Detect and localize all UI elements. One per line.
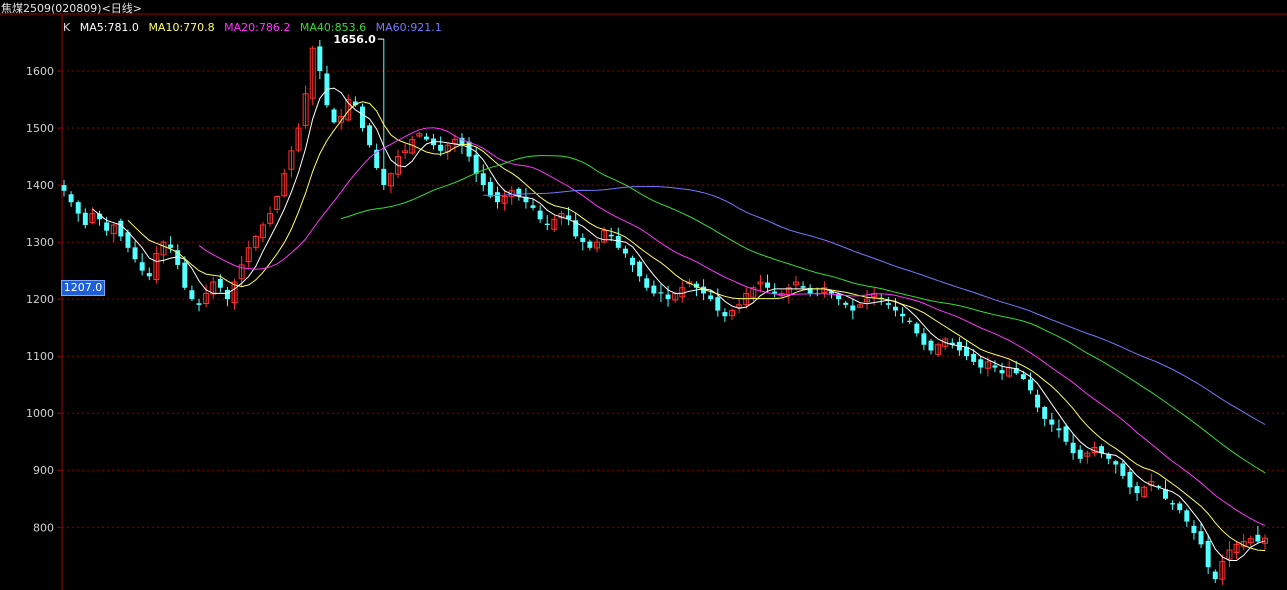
candle-body bbox=[1170, 503, 1176, 505]
candle-body bbox=[580, 237, 586, 243]
candle-body bbox=[914, 323, 920, 334]
candle-body bbox=[480, 173, 486, 186]
candle-body bbox=[423, 136, 429, 140]
candle-body bbox=[1255, 534, 1261, 542]
candle-body bbox=[544, 223, 550, 226]
candle-body bbox=[928, 340, 934, 351]
candle-body bbox=[978, 359, 984, 368]
y-tick-label: 900 bbox=[33, 464, 54, 477]
y-tick-label: 800 bbox=[33, 521, 54, 534]
candle-body bbox=[466, 141, 472, 157]
candle-body bbox=[892, 306, 898, 311]
candle-body bbox=[1027, 379, 1033, 391]
candle-body bbox=[1212, 571, 1218, 580]
candle-body bbox=[132, 247, 138, 260]
candle-body bbox=[82, 212, 88, 226]
candle-body bbox=[715, 297, 721, 311]
candle-body bbox=[196, 303, 202, 305]
price-tag: 1207.0 bbox=[61, 280, 105, 296]
candle-body bbox=[1113, 461, 1119, 465]
candle-body bbox=[139, 262, 145, 271]
candlestick-chart[interactable]: 1600 1500 1400 1300 1200 1100 1000 900 800 1656.0… bbox=[0, 0, 1287, 590]
candle-body bbox=[182, 262, 188, 288]
ma20-line bbox=[198, 127, 1266, 527]
candle-body bbox=[907, 320, 913, 322]
y-tick-label: 1100 bbox=[26, 350, 54, 363]
candle-body bbox=[487, 182, 493, 197]
candle-body bbox=[1042, 407, 1048, 419]
candle-body bbox=[1127, 471, 1133, 488]
candle-body bbox=[971, 353, 977, 362]
y-tick-label: 1600 bbox=[26, 65, 54, 78]
candle-body bbox=[189, 290, 195, 300]
candle-body bbox=[665, 294, 671, 300]
candle-body bbox=[1205, 540, 1211, 568]
ma60-line bbox=[483, 185, 1266, 425]
candle-body bbox=[438, 144, 444, 151]
candle-body bbox=[765, 282, 771, 288]
candle-body bbox=[359, 106, 365, 129]
candle-body bbox=[637, 261, 643, 277]
candle-body bbox=[104, 222, 110, 231]
candle-body bbox=[75, 202, 81, 214]
candle-body bbox=[800, 286, 806, 288]
candle-body bbox=[999, 370, 1005, 374]
candle-body bbox=[1063, 426, 1069, 442]
y-tick-label: 1300 bbox=[26, 236, 54, 249]
candle-body bbox=[1134, 486, 1140, 494]
candle-body bbox=[530, 205, 536, 208]
candle-body bbox=[722, 312, 728, 317]
candle-body bbox=[125, 232, 131, 248]
candle-body bbox=[1120, 463, 1126, 476]
candle-body bbox=[118, 220, 124, 237]
y-tick-label: 1000 bbox=[26, 407, 54, 420]
candle-body bbox=[843, 302, 849, 305]
ma10-line bbox=[127, 101, 1266, 552]
candle-body bbox=[1191, 525, 1197, 533]
y-tick-label: 1400 bbox=[26, 179, 54, 192]
candle-body bbox=[367, 125, 373, 146]
candle-body bbox=[1198, 531, 1204, 545]
candle-body bbox=[1177, 503, 1183, 511]
candle-body bbox=[608, 234, 614, 237]
candle-body bbox=[516, 188, 522, 197]
candle-body bbox=[473, 154, 479, 174]
candle-body bbox=[1056, 428, 1062, 431]
candle-body bbox=[1077, 449, 1083, 459]
candle-body bbox=[900, 313, 906, 317]
candle-body bbox=[381, 168, 387, 186]
candle-body bbox=[68, 194, 74, 203]
ma5-line bbox=[92, 87, 1266, 561]
y-tick-label: 1500 bbox=[26, 122, 54, 135]
candle-body bbox=[146, 273, 152, 277]
candle-body bbox=[61, 185, 67, 191]
candle-body bbox=[1184, 510, 1190, 522]
candle-body bbox=[644, 278, 650, 288]
candle-body bbox=[331, 109, 337, 123]
y-tick-label: 1200 bbox=[26, 293, 54, 306]
candle-body bbox=[708, 295, 714, 300]
candle-body bbox=[992, 365, 998, 368]
candle-body bbox=[850, 305, 856, 311]
candle-body bbox=[1070, 442, 1076, 454]
candle-body bbox=[587, 241, 593, 248]
candle-body bbox=[630, 257, 636, 265]
candle-body bbox=[615, 235, 621, 248]
candle-body bbox=[217, 278, 223, 288]
candle-body bbox=[495, 192, 500, 203]
candle-body bbox=[651, 285, 657, 294]
candle-body bbox=[1035, 394, 1041, 408]
candle-body bbox=[622, 248, 628, 254]
candle-body bbox=[658, 292, 664, 294]
candle-body bbox=[317, 46, 323, 72]
high-annotation: 1656.0 bbox=[333, 33, 376, 46]
candle-body bbox=[537, 210, 543, 220]
candle-body bbox=[224, 289, 230, 300]
candle-body bbox=[168, 244, 174, 248]
candle-body bbox=[1020, 374, 1026, 379]
ma40-line bbox=[341, 155, 1266, 474]
candle-body bbox=[1049, 419, 1055, 425]
candle-body bbox=[921, 333, 927, 345]
candle-body bbox=[885, 303, 891, 305]
